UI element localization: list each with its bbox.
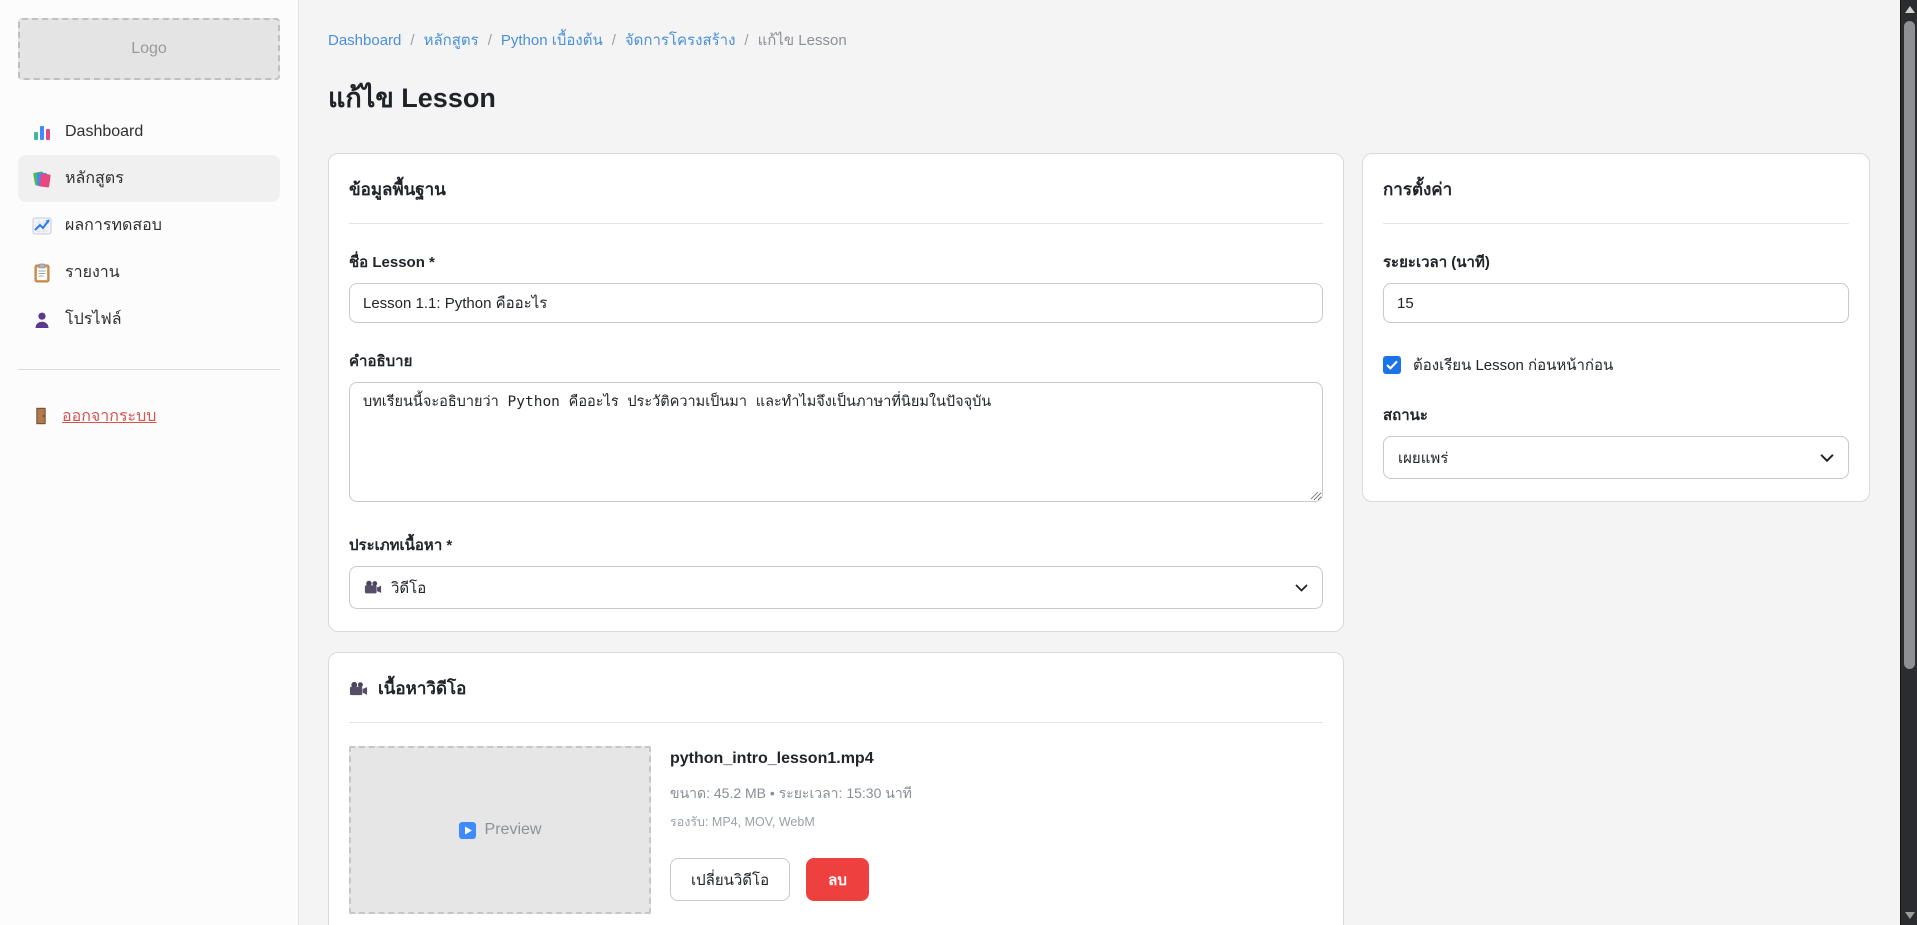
- person-icon: [32, 310, 52, 330]
- vertical-scrollbar: [1900, 0, 1917, 925]
- sidebar-item-test-results[interactable]: ผลการทดสอบ: [18, 202, 280, 249]
- scrollbar-thumb[interactable]: [1904, 21, 1915, 669]
- logo-placeholder: Logo: [18, 18, 280, 80]
- description-field-wrap: บทเรียนนี้จะอธิบายว่า Python คืออะไร ประ…: [349, 373, 1323, 507]
- sidebar-item-profile[interactable]: โปรไฟล์: [18, 296, 280, 343]
- breadcrumb-separator: /: [488, 32, 492, 49]
- description-label: คำอธิบาย: [349, 349, 1323, 373]
- card-divider: [349, 722, 1323, 723]
- video-info: python_intro_lesson1.mp4 ขนาด: 45.2 MB •…: [670, 746, 912, 914]
- delete-video-button[interactable]: ลบ: [806, 858, 869, 901]
- scrollbar-up-arrow[interactable]: [1901, 1, 1917, 18]
- logout-label: ออกจากระบบ: [62, 404, 156, 429]
- settings-title: การตั้งค่า: [1383, 176, 1849, 203]
- sidebar-item-dashboard[interactable]: Dashboard: [18, 108, 280, 155]
- breadcrumb-dashboard[interactable]: Dashboard: [328, 32, 401, 49]
- sidebar-item-courses[interactable]: หลักสูตร: [18, 155, 280, 202]
- card-divider: [349, 223, 1323, 224]
- video-row: Preview python_intro_lesson1.mp4 ขนาด: 4…: [349, 746, 1323, 914]
- door-icon: [32, 406, 50, 426]
- status-select[interactable]: เผยแพร่: [1383, 436, 1849, 479]
- books-icon: [32, 169, 52, 189]
- sidebar: Logo Dashboard หลักสูตร: [0, 0, 299, 925]
- breadcrumb-separator: /: [744, 32, 748, 49]
- status-label: สถานะ: [1383, 403, 1849, 427]
- content-type-value: วิดีโอ: [391, 576, 426, 600]
- clipboard-icon: [32, 263, 52, 283]
- prerequisite-label: ต้องเรียน Lesson ก่อนหน้าก่อน: [1413, 353, 1613, 377]
- prerequisite-checkbox[interactable]: [1383, 356, 1401, 374]
- breadcrumb-separator: /: [612, 32, 616, 49]
- breadcrumb-manage-structure[interactable]: จัดการโครงสร้าง: [625, 28, 736, 52]
- prerequisite-row: ต้องเรียน Lesson ก่อนหน้าก่อน: [1383, 353, 1849, 377]
- chevron-down-icon: [1295, 584, 1308, 592]
- video-file-meta: ขนาด: 45.2 MB • ระยะเวลา: 15:30 นาที: [670, 783, 912, 805]
- preview-label: Preview: [485, 821, 542, 839]
- breadcrumb-course-python[interactable]: Python เบื้องต้น: [501, 28, 603, 52]
- breadcrumb-courses[interactable]: หลักสูตร: [424, 28, 479, 52]
- main-content: Dashboard / หลักสูตร / Python เบื้องต้น …: [300, 0, 1900, 925]
- chart-increasing-icon: [32, 216, 52, 236]
- settings-card: การตั้งค่า ระยะเวลา (นาที) ต้องเรียน Les…: [1362, 153, 1870, 502]
- sidebar-nav: Dashboard หลักสูตร ผลการทดสอบ: [0, 108, 298, 343]
- video-camera-icon: [364, 580, 382, 595]
- sidebar-item-label: ผลการทดสอบ: [65, 213, 162, 238]
- status-value: เผยแพร่: [1398, 446, 1448, 470]
- breadcrumb-current: แก้ไข Lesson: [758, 28, 847, 52]
- duration-label: ระยะเวลา (นาที): [1383, 250, 1849, 274]
- sidebar-item-label: Dashboard: [65, 123, 143, 141]
- video-content-card: เนื้อหาวิดีโอ Preview python_intro_lesso…: [328, 652, 1344, 925]
- content-columns: ข้อมูลพื้นฐาน ชื่อ Lesson * คำอธิบาย บทเ…: [328, 153, 1868, 925]
- change-video-button[interactable]: เปลี่ยนวิดีโอ: [670, 858, 790, 901]
- page-title: แก้ไข Lesson: [328, 76, 1868, 119]
- lesson-name-label: ชื่อ Lesson *: [349, 250, 1323, 274]
- lesson-name-input[interactable]: [349, 283, 1323, 323]
- sidebar-item-reports[interactable]: รายงาน: [18, 249, 280, 296]
- video-file-name: python_intro_lesson1.mp4: [670, 750, 912, 768]
- check-icon: [1386, 360, 1398, 370]
- basic-info-title: ข้อมูลพื้นฐาน: [349, 176, 1323, 203]
- card-divider: [1383, 223, 1849, 224]
- video-preview: Preview: [349, 746, 651, 914]
- sidebar-item-label: รายงาน: [65, 260, 120, 285]
- left-column: ข้อมูลพื้นฐาน ชื่อ Lesson * คำอธิบาย บทเ…: [328, 153, 1344, 925]
- play-icon: [459, 822, 476, 839]
- video-card-title: เนื้อหาวิดีโอ: [378, 675, 466, 702]
- logo-text: Logo: [131, 40, 167, 58]
- chevron-down-icon: [1820, 453, 1834, 462]
- sidebar-divider: [18, 369, 280, 370]
- logout-link[interactable]: ออกจากระบบ: [18, 396, 280, 436]
- sidebar-item-label: หลักสูตร: [65, 166, 124, 191]
- scrollbar-down-arrow[interactable]: [1901, 907, 1917, 924]
- video-supported-formats: รองรับ: MP4, MOV, WebM: [670, 812, 912, 832]
- duration-input[interactable]: [1383, 283, 1849, 323]
- sidebar-item-label: โปรไฟล์: [65, 307, 122, 332]
- basic-info-card: ข้อมูลพื้นฐาน ชื่อ Lesson * คำอธิบาย บทเ…: [328, 153, 1344, 632]
- breadcrumb: Dashboard / หลักสูตร / Python เบื้องต้น …: [328, 28, 1868, 52]
- video-camera-icon: [349, 681, 368, 697]
- description-textarea[interactable]: บทเรียนนี้จะอธิบายว่า Python คืออะไร ประ…: [349, 382, 1323, 502]
- content-type-select[interactable]: วิดีโอ: [349, 566, 1323, 609]
- content-type-label: ประเภทเนื้อหา *: [349, 533, 1323, 557]
- bar-chart-icon: [32, 122, 52, 142]
- breadcrumb-separator: /: [410, 32, 414, 49]
- right-column: การตั้งค่า ระยะเวลา (นาที) ต้องเรียน Les…: [1362, 153, 1870, 502]
